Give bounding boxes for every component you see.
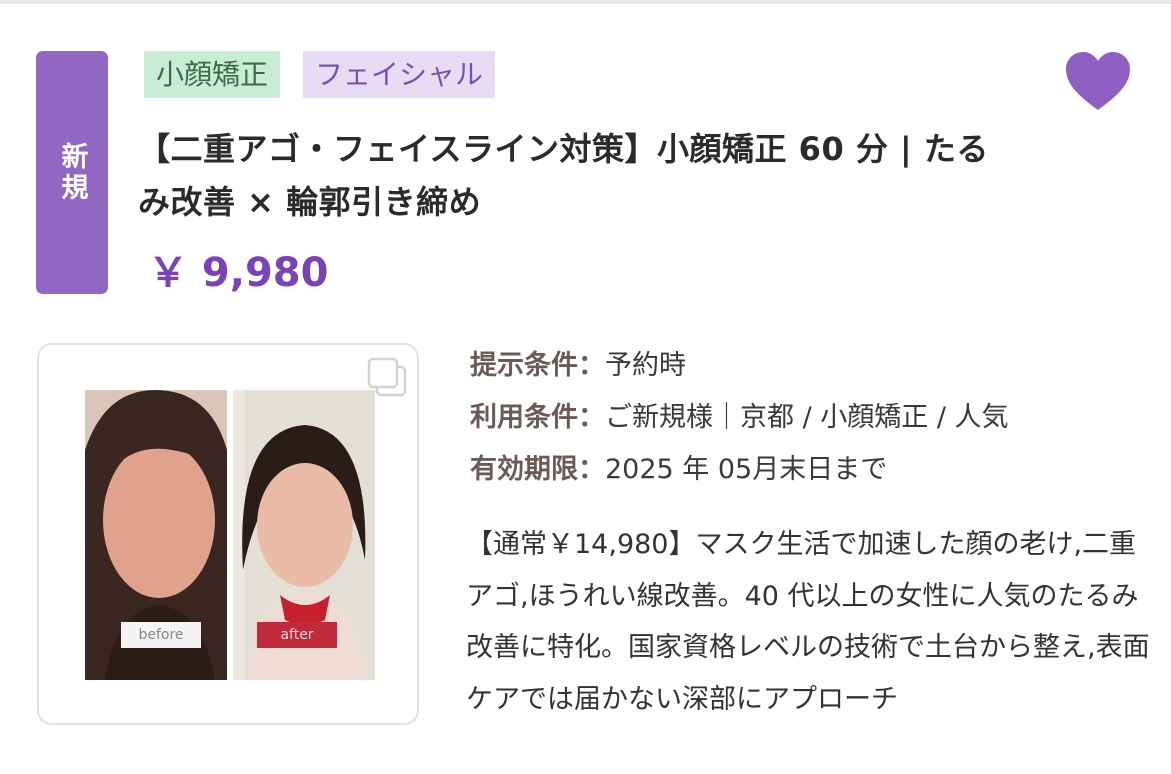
- favorite-button[interactable]: [1064, 50, 1132, 112]
- condition-label: 利用条件：: [470, 402, 605, 433]
- new-badge: 新規: [36, 51, 108, 294]
- coupon-price: ￥ 9,980: [148, 250, 329, 296]
- condition-expiry: 有効期限：2025 年 05月末日まで: [470, 447, 887, 486]
- coupon-image-card[interactable]: before after: [37, 343, 419, 725]
- condition-presentation: 提示条件：予約時: [470, 343, 686, 382]
- condition-value: 2025 年 05月末日まで: [605, 454, 888, 485]
- tag-facial[interactable]: フェイシャル: [303, 51, 496, 98]
- condition-usage: 利用条件：ご新規様｜京都 / 小顔矯正 / 人気: [470, 395, 1009, 434]
- after-label: after: [257, 622, 337, 648]
- top-divider: [0, 0, 1171, 4]
- before-after-photo: before after: [85, 390, 375, 680]
- heart-icon: [1066, 52, 1130, 110]
- coupon-description: 【通常￥14,980】マスク生活で加速した顔の老け,二重アゴ,ほうれい線改善。4…: [466, 529, 1150, 715]
- coupon-title: 【二重アゴ・フェイスライン対策】小顔矯正 60 分 | たるみ改善 × 輪郭引き…: [138, 130, 989, 221]
- condition-value: ご新規様｜京都 / 小顔矯正 / 人気: [605, 402, 1009, 433]
- condition-value: 予約時: [605, 350, 686, 381]
- condition-label: 有効期限：: [470, 454, 605, 485]
- tag-small-face[interactable]: 小顔矯正: [144, 51, 281, 98]
- before-label: before: [121, 622, 201, 648]
- new-badge-label: 新規: [56, 141, 88, 204]
- condition-label: 提示条件：: [470, 350, 605, 381]
